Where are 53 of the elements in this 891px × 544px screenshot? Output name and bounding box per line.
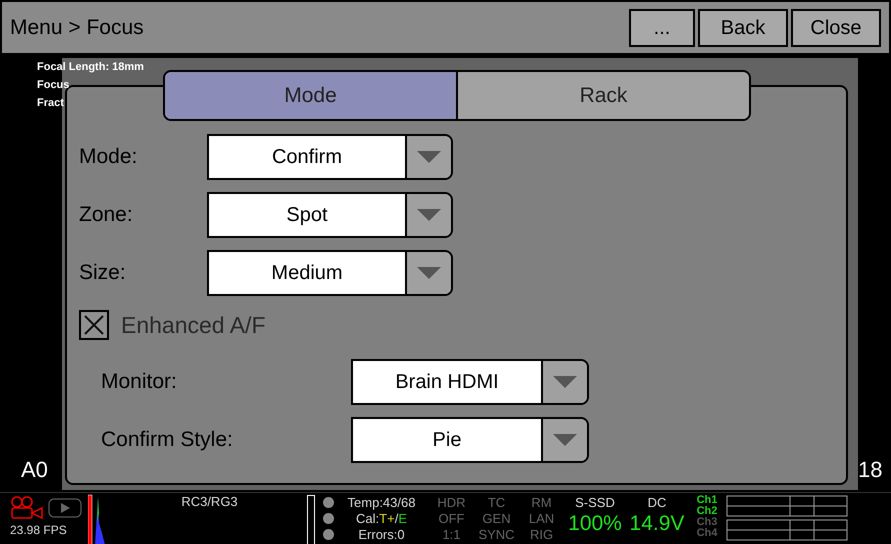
channel-label: Ch2 [696, 506, 718, 517]
status-text: 1:1 [442, 527, 461, 543]
status-text: RIG [530, 527, 554, 543]
field-label: Size: [79, 260, 127, 286]
dropdown[interactable]: Confirm [207, 134, 453, 180]
status-text: Errors:0 [358, 527, 405, 543]
status-text: SYNC [478, 527, 515, 543]
menu-title: Menu > Focus [10, 14, 145, 41]
overlay-info-text: Focal Length: 18mm [37, 60, 144, 75]
status-text: TC [488, 495, 506, 511]
tab[interactable]: Mode [165, 72, 456, 119]
look-text: RC3/RG3 [181, 495, 238, 511]
field-label: Confirm Style: [101, 426, 234, 453]
checkbox[interactable] [79, 310, 109, 340]
dropdown[interactable]: Spot [207, 192, 453, 238]
caret-icon [553, 376, 577, 388]
status-label: S-SSD [575, 495, 615, 511]
tab[interactable]: Rack [456, 72, 749, 119]
header-button[interactable]: ... [629, 8, 695, 46]
status-text: Temp:43/68 [348, 495, 416, 511]
clip-name: A0 [21, 456, 49, 484]
header-button[interactable]: Close [791, 8, 881, 46]
status-label: DC [648, 495, 666, 511]
status-text: Cal:T+/E [356, 511, 407, 527]
header-button[interactable]: Back [698, 8, 788, 46]
level-bracket [307, 495, 315, 544]
status-value: 100% [568, 511, 622, 537]
caret-icon [417, 209, 441, 221]
status-text: LAN [528, 511, 554, 527]
video-camera-icon [10, 496, 44, 520]
field-label: Monitor: [101, 368, 178, 395]
checkbox-label: Enhanced A/F [121, 311, 266, 340]
channel-label: Ch1 [696, 495, 718, 506]
caret-icon [417, 267, 441, 279]
overlay-info-text: Fract [37, 96, 64, 111]
status-value: 14.9V [630, 511, 684, 537]
dropdown[interactable]: Pie [351, 416, 589, 462]
status-text: OFF [438, 511, 464, 527]
overlay-info-text: Focus [37, 78, 70, 93]
channel-label: Ch3 [696, 517, 718, 528]
status-text: GEN [482, 511, 511, 527]
dropdown[interactable]: Medium [207, 250, 453, 296]
fps-text: 23.98 FPS [10, 524, 68, 536]
timecode-text: 18 [858, 456, 884, 484]
field-label: Zone: [79, 202, 134, 228]
caret-icon [417, 151, 441, 163]
play-icon[interactable] [48, 498, 82, 518]
field-label: Mode: [79, 144, 138, 170]
dropdown[interactable]: Brain HDMI [351, 358, 589, 404]
status-text: HDR [437, 495, 466, 511]
status-text: RM [531, 495, 552, 511]
channel-label: Ch4 [696, 528, 718, 539]
caret-icon [553, 434, 577, 446]
